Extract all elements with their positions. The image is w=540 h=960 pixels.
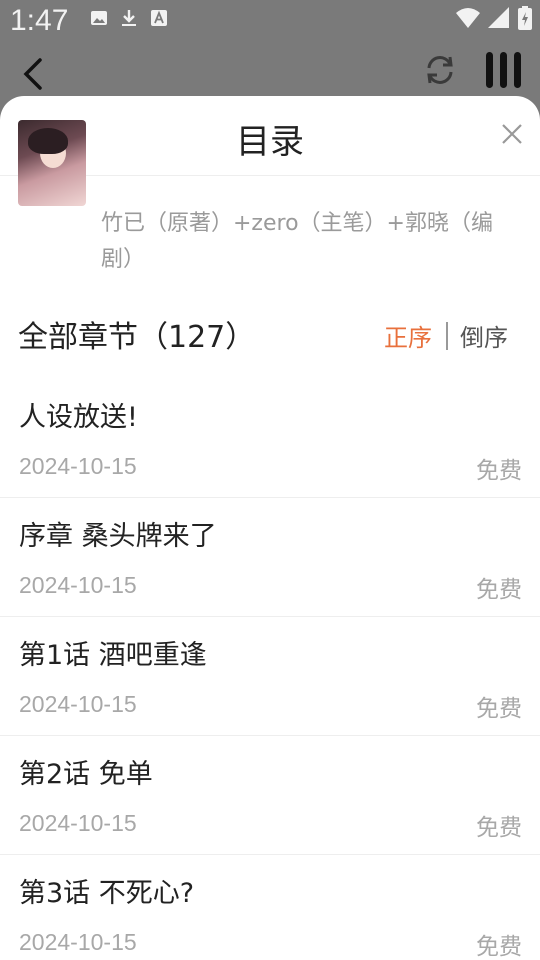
chapter-date: 2024-10-15 — [19, 453, 137, 479]
chapter-title: 第2话 免单 — [19, 759, 153, 790]
bars-icon[interactable] — [484, 50, 524, 90]
chapter-item[interactable]: 人设放送! 2024-10-15 免费 — [0, 379, 540, 498]
signal-icon — [488, 7, 509, 28]
app-bar — [0, 44, 540, 104]
sort-descending-button[interactable]: 倒序 — [460, 318, 508, 353]
sort-divider — [446, 322, 448, 350]
catalog-sheet: 目录 竹已（原著）+zero（主笔）+郭晓（编剧） 全部章节（127） 正序 倒… — [0, 96, 540, 960]
close-icon[interactable] — [500, 122, 524, 146]
book-cover — [18, 120, 86, 206]
chapter-item[interactable]: 第1话 酒吧重逢 2024-10-15 免费 — [0, 617, 540, 736]
chapter-price: 免费 — [476, 934, 522, 960]
chapter-item[interactable]: 序章 桑头牌来了 2024-10-15 免费 — [0, 498, 540, 617]
chapter-title: 第1话 酒吧重逢 — [19, 640, 207, 671]
chapter-price: 免费 — [476, 577, 522, 603]
chapter-date: 2024-10-15 — [19, 691, 137, 717]
chapter-price: 免费 — [476, 815, 522, 841]
chapter-date: 2024-10-15 — [19, 929, 137, 955]
image-icon — [91, 11, 107, 25]
chapter-price: 免费 — [476, 458, 522, 484]
refresh-icon[interactable] — [424, 54, 456, 86]
notification-icons — [90, 9, 168, 27]
battery-icon — [518, 6, 532, 30]
chapter-title: 序章 桑头牌来了 — [19, 521, 217, 552]
chapter-date: 2024-10-15 — [19, 572, 137, 598]
back-icon[interactable] — [18, 56, 48, 92]
chapter-item[interactable]: 第3话 不死心? 2024-10-15 免费 — [0, 855, 540, 960]
system-icons — [456, 6, 532, 30]
wifi-icon — [456, 8, 480, 28]
status-bar: 1:47 — [0, 0, 540, 44]
download-icon — [122, 10, 136, 26]
chapter-title: 人设放送! — [19, 402, 138, 433]
chapter-header: 全部章节（127） 正序 倒序 — [0, 302, 540, 362]
chapter-item[interactable]: 第2话 免单 2024-10-15 免费 — [0, 736, 540, 855]
chapter-title: 第3话 不死心? — [19, 878, 195, 909]
status-time: 1:47 — [10, 4, 69, 37]
chapter-list: 人设放送! 2024-10-15 免费 序章 桑头牌来了 2024-10-15 … — [0, 379, 540, 960]
chapter-date: 2024-10-15 — [19, 810, 137, 836]
font-icon — [151, 10, 167, 26]
sort-ascending-button[interactable]: 正序 — [384, 318, 432, 353]
authors-text: 竹已（原著）+zero（主笔）+郭晓（编剧） — [101, 211, 493, 272]
chapters-total: 全部章节（127） — [18, 320, 256, 355]
chapter-price: 免费 — [476, 696, 522, 722]
